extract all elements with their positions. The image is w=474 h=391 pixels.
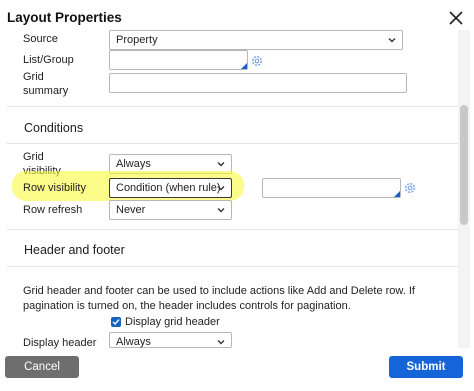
- grid-visibility-label-line1: Grid: [23, 151, 44, 163]
- gear-icon[interactable]: [403, 181, 417, 195]
- grid-summary-label-line1: Grid: [23, 71, 44, 83]
- list-group-label: List/Group: [23, 54, 74, 66]
- row-visibility-value: Condition (when rule): [116, 182, 221, 194]
- display-header-select[interactable]: Always: [109, 332, 232, 348]
- chevron-down-icon: [217, 340, 225, 345]
- list-group-input[interactable]: [109, 50, 248, 70]
- conditions-heading: Conditions: [24, 121, 84, 135]
- chevron-down-icon: [388, 38, 396, 43]
- cancel-button[interactable]: Cancel: [5, 356, 79, 378]
- section-divider: [7, 266, 458, 267]
- header-footer-help-text: Grid header and footer can be used to in…: [23, 285, 415, 312]
- chevron-down-icon: [217, 162, 225, 167]
- checkmark-icon: [112, 319, 120, 326]
- dialog-title: Layout Properties: [7, 10, 122, 25]
- section-divider: [7, 229, 458, 230]
- row-visibility-label: Row visibility: [23, 182, 86, 194]
- grid-summary-input[interactable]: [109, 73, 407, 93]
- section-divider: [7, 106, 458, 107]
- layout-properties-dialog: Layout Properties Source Property List/G…: [0, 0, 474, 391]
- source-label: Source: [23, 33, 58, 45]
- autocomplete-corner-icon: [394, 191, 400, 197]
- row-visibility-select[interactable]: Condition (when rule): [109, 178, 232, 198]
- display-grid-header-label: Display grid header: [125, 316, 220, 328]
- grid-summary-label-line2: summary: [23, 85, 69, 97]
- chevron-down-icon: [217, 208, 225, 213]
- display-header-value: Always: [116, 336, 151, 348]
- header-footer-heading: Header and footer: [24, 243, 125, 257]
- row-visibility-rule-input[interactable]: [262, 178, 401, 198]
- scrollbar-thumb[interactable]: [460, 105, 468, 225]
- row-refresh-select[interactable]: Never: [109, 200, 232, 220]
- row-refresh-label: Row refresh: [23, 204, 83, 216]
- source-select[interactable]: Property: [109, 30, 403, 50]
- chevron-down-icon: [217, 186, 225, 191]
- display-grid-header-checkbox[interactable]: [111, 317, 121, 327]
- display-header-label: Display header: [23, 337, 97, 349]
- close-icon[interactable]: [446, 8, 466, 28]
- autocomplete-corner-icon: [241, 63, 247, 69]
- grid-visibility-value: Always: [116, 158, 151, 170]
- gear-icon[interactable]: [250, 54, 264, 68]
- submit-button[interactable]: Submit: [389, 356, 463, 378]
- section-divider: [7, 143, 458, 144]
- source-value: Property: [116, 34, 158, 46]
- row-refresh-value: Never: [116, 204, 146, 216]
